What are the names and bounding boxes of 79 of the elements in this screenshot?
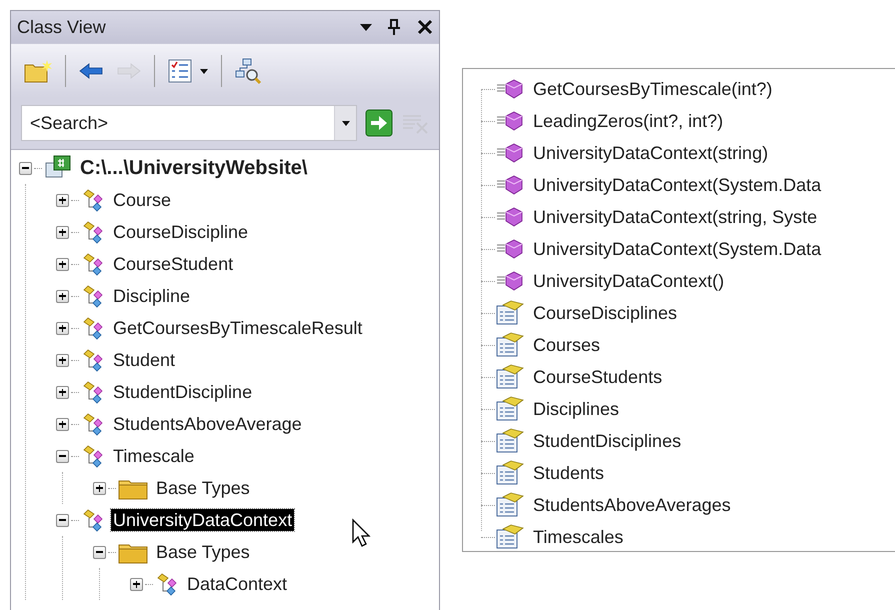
member-item[interactable]: LeadingZeros(int?, int?) — [533, 108, 724, 134]
member-item[interactable]: Disciplines — [533, 396, 620, 422]
member-item[interactable]: StudentsAboveAverages — [533, 492, 731, 518]
tree-item[interactable]: StudentsAboveAverage — [111, 413, 304, 435]
method-icon — [495, 174, 525, 196]
tree-item[interactable]: Base Types — [154, 541, 252, 563]
close-icon[interactable] — [417, 19, 433, 35]
dropdown-caret-icon[interactable] — [340, 119, 350, 127]
tree-item[interactable]: UniversityDataContext — [111, 509, 294, 531]
method-icon — [495, 142, 525, 164]
class-icon — [81, 508, 105, 532]
expand-button[interactable] — [56, 194, 69, 206]
class-icon — [81, 412, 105, 436]
method-icon — [495, 206, 525, 228]
tree-item[interactable]: C:\...\UniversityWebsite\ — [78, 157, 310, 179]
method-icon — [495, 238, 525, 260]
class-icon — [81, 316, 105, 340]
pin-icon[interactable] — [387, 18, 401, 36]
property-icon — [495, 492, 525, 518]
class-icon — [81, 220, 105, 244]
checklist-icon[interactable] — [167, 58, 193, 84]
member-item[interactable]: Timescales — [533, 524, 624, 550]
method-icon — [495, 110, 525, 132]
member-item[interactable]: UniversityDataContext() — [533, 268, 724, 294]
property-icon — [495, 300, 525, 326]
property-icon — [495, 524, 525, 550]
collapse-button[interactable] — [56, 514, 69, 526]
tree-item[interactable]: GetCoursesByTimescaleResult — [111, 317, 364, 339]
member-item[interactable]: Courses — [533, 332, 600, 358]
member-item[interactable]: UniversityDataContext(string, Syste — [533, 204, 818, 230]
expand-button[interactable] — [56, 354, 69, 366]
expand-button[interactable] — [56, 226, 69, 238]
tree-item[interactable]: Discipline — [111, 285, 192, 307]
class-icon — [81, 252, 105, 276]
dropdown-caret-icon[interactable] — [359, 22, 373, 32]
member-item[interactable]: CourseStudents — [533, 364, 662, 390]
member-item[interactable]: CourseDisciplines — [533, 300, 678, 326]
property-icon — [495, 460, 525, 486]
expand-button[interactable] — [56, 258, 69, 270]
tree-item[interactable]: CourseStudent — [111, 253, 236, 275]
dropdown-caret-icon[interactable] — [199, 66, 209, 74]
member-item[interactable]: Students — [533, 460, 604, 486]
class-icon — [81, 380, 105, 404]
expand-button[interactable] — [56, 418, 69, 430]
expand-button[interactable] — [93, 482, 106, 494]
class-icon — [155, 572, 179, 596]
tree-item[interactable]: Course — [111, 189, 174, 211]
expand-button[interactable] — [56, 386, 69, 398]
member-item[interactable]: StudentDisciplines — [533, 428, 682, 454]
expand-button[interactable] — [130, 578, 143, 590]
collapse-button[interactable] — [19, 162, 32, 174]
property-icon — [495, 332, 525, 358]
member-item[interactable]: GetCoursesByTimescale(int?) — [533, 76, 772, 102]
class-icon — [81, 444, 105, 468]
tree-item[interactable]: DataContext — [185, 573, 290, 595]
collapse-button[interactable] — [56, 450, 69, 462]
member-item[interactable]: UniversityDataContext(System.Data — [533, 236, 822, 262]
method-icon — [495, 270, 525, 292]
class-icon — [81, 188, 105, 212]
class-icon — [81, 284, 105, 308]
tree-item[interactable]: Student — [111, 349, 178, 371]
tree-item[interactable]: Timescale — [111, 445, 196, 467]
panel-title: Class View — [17, 16, 107, 38]
property-icon — [495, 428, 525, 454]
mouse-cursor-icon — [351, 518, 373, 548]
method-icon — [495, 78, 525, 100]
find-symbol-icon[interactable] — [234, 56, 262, 84]
member-item[interactable]: UniversityDataContext(System.Data — [533, 172, 822, 198]
property-icon — [495, 396, 525, 422]
collapse-button[interactable] — [93, 546, 106, 558]
expand-button[interactable] — [56, 322, 69, 334]
member-item[interactable]: UniversityDataContext(string) — [533, 140, 768, 166]
property-icon — [495, 364, 525, 390]
tree-item[interactable]: StudentDiscipline — [111, 381, 254, 403]
class-icon — [81, 348, 105, 372]
back-arrow-icon[interactable] — [78, 60, 104, 80]
tree-item[interactable]: CourseDiscipline — [111, 221, 250, 243]
tree-item[interactable]: Base Types — [154, 477, 252, 499]
expand-button[interactable] — [56, 290, 69, 302]
